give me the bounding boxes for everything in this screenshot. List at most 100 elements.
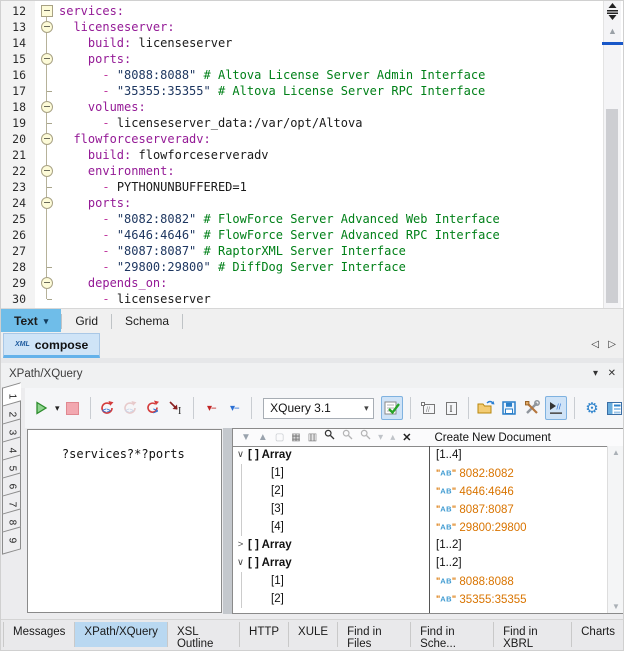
code-dash[interactable]: - xyxy=(102,212,116,226)
code-text[interactable]: - "35355:35355" # Altova License Server … xyxy=(59,83,601,99)
code-key[interactable]: licenseserver: xyxy=(73,20,174,34)
tab-text-view[interactable]: Text ▾ xyxy=(1,309,61,333)
code-key[interactable]: environment: xyxy=(88,164,175,178)
insert-breakpoint-button[interactable]: ▾-- xyxy=(201,397,221,419)
code-dash[interactable]: - xyxy=(102,228,116,242)
result-item-row[interactable]: [1]"AB" 8088:8088 xyxy=(233,572,608,590)
code-val[interactable]: licenseserver_data:/var/opt/Altova xyxy=(117,116,363,130)
xpath-group-tab-9[interactable]: 9 xyxy=(2,526,21,554)
code-key[interactable]: build: xyxy=(88,36,131,50)
code-str[interactable]: "35355:35355" xyxy=(117,84,211,98)
collapse-circle-icon[interactable] xyxy=(41,21,53,33)
code-dash[interactable]: - xyxy=(102,292,116,306)
collapse-icon[interactable]: ∨ xyxy=(233,446,248,464)
code-text[interactable]: depends_on: xyxy=(59,275,601,291)
code-key[interactable]: ports: xyxy=(88,196,131,210)
code-text[interactable]: - licenseserver xyxy=(59,291,601,307)
code-str[interactable]: "8087:8087" xyxy=(117,244,196,258)
code-key[interactable]: build: xyxy=(88,148,131,162)
step-evaluate-button-disabled[interactable]: <> xyxy=(120,397,140,419)
evaluate-xquery-button[interactable]: <> xyxy=(97,397,117,419)
bottom-tab-messages[interactable]: Messages xyxy=(3,622,75,647)
scroll-thumb[interactable] xyxy=(606,109,618,303)
code-str[interactable]: "29800:29800" xyxy=(117,260,211,274)
caret-up-icon[interactable]: ▴ xyxy=(390,430,395,446)
fold-toggle[interactable] xyxy=(35,275,59,291)
layout-button[interactable] xyxy=(605,397,624,419)
bottom-tab-http[interactable]: HTTP xyxy=(240,622,289,647)
code-key[interactable]: services: xyxy=(59,4,124,18)
clear-results-icon[interactable]: ✕ xyxy=(402,430,411,446)
code-com[interactable]: # DiffDog Server Interface xyxy=(218,260,406,274)
code-val[interactable] xyxy=(196,68,203,82)
code-dash[interactable]: - xyxy=(102,84,116,98)
code-key[interactable]: depends_on: xyxy=(88,276,167,290)
code-val[interactable] xyxy=(196,228,203,242)
save-button[interactable] xyxy=(499,397,519,419)
code-val[interactable]: flowforceserveradv xyxy=(131,148,268,162)
i-beam-button[interactable]: I xyxy=(441,397,461,419)
scroll-down-icon[interactable]: ▼ xyxy=(608,602,624,611)
collapse-box-icon[interactable] xyxy=(41,5,53,17)
fold-toggle[interactable] xyxy=(35,131,59,147)
code-key[interactable]: volumes: xyxy=(88,100,146,114)
bottom-tab-charts[interactable]: Charts xyxy=(572,622,624,647)
tab-grid-view[interactable]: Grid xyxy=(62,309,111,333)
code-text[interactable]: build: licenseserver xyxy=(59,35,601,51)
caret-down-icon[interactable]: ▾ xyxy=(378,430,383,446)
tab-scroll-right-icon[interactable]: ▷ xyxy=(608,338,616,352)
run-button[interactable] xyxy=(31,397,51,419)
tools-button[interactable] xyxy=(522,397,542,419)
code-text[interactable]: - PYTHONUNBUFFERED=1 xyxy=(59,179,601,195)
code-str[interactable]: "8082:8082" xyxy=(117,212,196,226)
code-dash[interactable]: - xyxy=(102,260,116,274)
collapse-circle-icon[interactable] xyxy=(41,277,53,289)
evaluate-all-button[interactable]: > xyxy=(143,397,163,419)
validate-results-button[interactable] xyxy=(381,396,403,420)
panel-menu-icon[interactable]: ▾ xyxy=(593,368,598,379)
result-array-row[interactable]: ∨[ ] Array[1..2] xyxy=(233,554,608,572)
result-item-row[interactable]: [2]"AB" 35355:35355 xyxy=(233,590,608,608)
panel-close-icon[interactable]: ✕ xyxy=(608,368,616,379)
code-com[interactable]: # FlowForce Server Advanced RPC Interfac… xyxy=(204,228,500,242)
code-text[interactable]: - "8082:8082" # FlowForce Server Advance… xyxy=(59,211,601,227)
fold-toggle[interactable] xyxy=(35,51,59,67)
run-dropdown-caret-icon[interactable]: ▾ xyxy=(55,403,60,414)
code-val[interactable] xyxy=(196,244,203,258)
code-text[interactable]: - "29800:29800" # DiffDog Server Interfa… xyxy=(59,259,601,275)
code-com[interactable]: # RaptorXML Server Interface xyxy=(204,244,406,258)
doc-icon[interactable]: ▢ xyxy=(275,430,284,446)
code-key[interactable]: ports: xyxy=(88,52,131,66)
fold-toggle[interactable] xyxy=(35,3,59,19)
code-text[interactable]: volumes: xyxy=(59,99,601,115)
result-item-row[interactable]: [3]"AB" 8087:8087 xyxy=(233,500,608,518)
scroll-up-icon[interactable]: ▲ xyxy=(606,25,619,37)
result-array-row[interactable]: >[ ] Array[1..2] xyxy=(233,536,608,554)
code-dash[interactable]: - xyxy=(102,244,116,258)
code-text[interactable]: flowforceserveradv: xyxy=(59,131,601,147)
code-val[interactable] xyxy=(211,260,218,274)
expand-icon[interactable]: > xyxy=(233,536,248,554)
bottom-tab-find-in-files[interactable]: Find in Files xyxy=(338,622,411,647)
auto-evaluate-button[interactable]: // xyxy=(545,396,567,420)
bottom-tab-xpath-xquery[interactable]: XPath/XQuery xyxy=(75,622,168,647)
fold-toggle[interactable] xyxy=(35,99,59,115)
code-text[interactable]: - "4646:4646" # FlowForce Server Advance… xyxy=(59,227,601,243)
collapse-circle-icon[interactable] xyxy=(41,53,53,65)
code-text[interactable]: - "8088:8088" # Altova License Server Ad… xyxy=(59,67,601,83)
collapse-circle-icon[interactable] xyxy=(41,197,53,209)
code-lines[interactable]: 12services:13 licenseserver:14 build: li… xyxy=(1,3,601,307)
language-select[interactable]: XQuery 3.1 ▾ xyxy=(263,398,374,419)
search-prev-icon[interactable] xyxy=(360,429,371,446)
tab-schema-view[interactable]: Schema xyxy=(112,309,182,333)
code-editor[interactable]: 12services:13 licenseserver:14 build: li… xyxy=(1,1,624,308)
file-tab-compose[interactable]: XML compose xyxy=(3,333,100,358)
code-key[interactable]: flowforceserveradv: xyxy=(73,132,210,146)
code-com[interactable]: # Altova License Server Admin Interface xyxy=(204,68,486,82)
code-text[interactable]: build: flowforceserveradv xyxy=(59,147,601,163)
search-next-icon[interactable] xyxy=(342,429,353,446)
bottom-tab-xsl-outline[interactable]: XSL Outline xyxy=(168,622,240,647)
settings-button[interactable]: ⚙ xyxy=(582,397,602,419)
bottom-tab-find-in-xbrl[interactable]: Find in XBRL xyxy=(494,622,572,647)
code-dash[interactable]: - xyxy=(102,180,116,194)
